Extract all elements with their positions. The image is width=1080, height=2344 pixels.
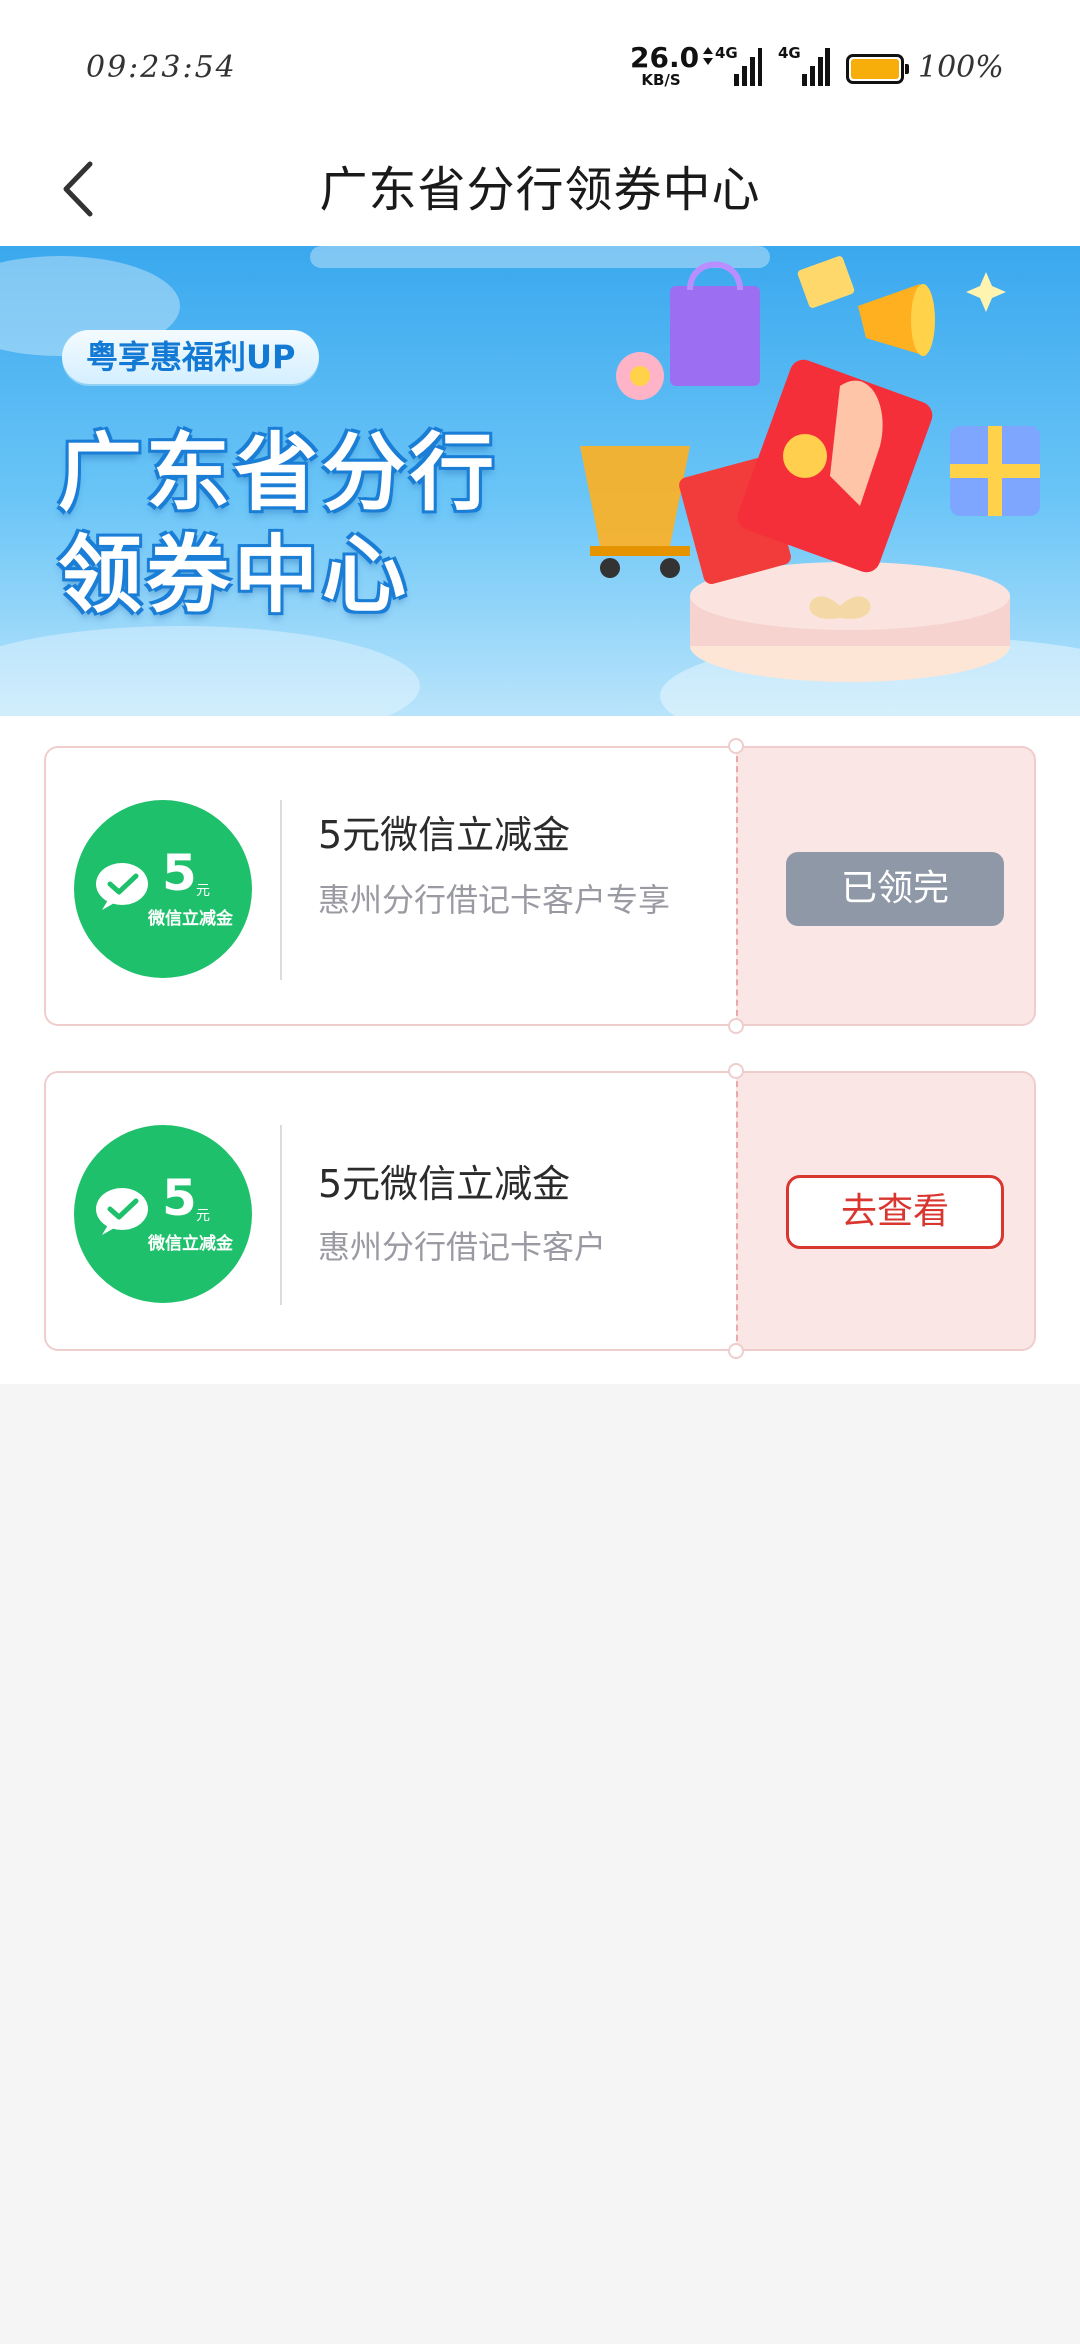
coupon-badge: 5 元 微信立减金 (74, 1125, 252, 1303)
coupon-title: 5元微信立减金 (318, 1162, 571, 1206)
signal2-label: 4G (778, 44, 801, 62)
gift-illustration (580, 256, 1040, 682)
coupon-amount: 5 (162, 1169, 197, 1227)
status-time: 09:23:54 (86, 50, 237, 85)
coupon-divider (280, 1125, 282, 1305)
network-speed: 26.0 KB/S (630, 41, 700, 89)
wechat-icon (96, 863, 148, 910)
network-speed-unit: KB/S (641, 71, 681, 89)
coupon-description: 惠州分行借记卡客户专享 (318, 881, 671, 919)
banner-badge: 粤享惠福利UP (62, 330, 320, 384)
coupon-badge-label: 微信立减金 (148, 909, 233, 929)
coupon-list: 5 元 微信立减金 5元微信立减金 惠州分行借记卡客户专享 已领完 5 元 微信… (0, 716, 1080, 1384)
coupon-action-area: 已领完 (736, 746, 1036, 1026)
coupon-unit: 元 (196, 883, 210, 899)
battery-icon (846, 54, 909, 84)
nav-bar: 广东省分行领券中心 (0, 130, 1080, 246)
network-speed-value: 26.0 (630, 41, 700, 74)
coupon-action-area: 去查看 (736, 1071, 1036, 1351)
coupon-unit: 元 (196, 1208, 210, 1224)
coupon-amount: 5 (162, 844, 197, 902)
promo-banner[interactable]: 粤享惠福利UP 广东省分行 领券中心 (0, 246, 1080, 716)
coupon-badge: 5 元 微信立减金 (74, 800, 252, 978)
ticket-notch (728, 1063, 744, 1079)
coupon-info: 5 元 微信立减金 5元微信立减金 惠州分行借记卡客户专享 (44, 746, 736, 1026)
ticket-notch (728, 738, 744, 754)
banner-headline-2: 领券中心 (58, 526, 411, 624)
claimed-button[interactable]: 已领完 (786, 852, 1004, 926)
signal1-label: 4G (715, 44, 738, 62)
coupon-info: 5 元 微信立减金 5元微信立减金 惠州分行借记卡客户 (44, 1071, 736, 1351)
ticket-notch (728, 1018, 744, 1034)
coupon-title: 5元微信立减金 (318, 813, 571, 857)
coupon-description: 惠州分行借记卡客户 (318, 1228, 607, 1266)
signal-strength-icon-2: 4G (778, 44, 830, 94)
coupon-card: 5 元 微信立减金 5元微信立减金 惠州分行借记卡客户 去查看 (44, 1063, 1036, 1359)
signal-strength-icon: 4G (700, 44, 762, 94)
battery-percent: 100% (918, 50, 1004, 85)
coupon-card: 5 元 微信立减金 5元微信立减金 惠州分行借记卡客户专享 已领完 (44, 738, 1036, 1034)
coupon-badge-label: 微信立减金 (148, 1234, 233, 1254)
view-coupon-button[interactable]: 去查看 (786, 1175, 1004, 1249)
page-title: 广东省分行领券中心 (319, 162, 761, 218)
coupon-divider (280, 800, 282, 980)
wechat-icon (96, 1188, 148, 1235)
ticket-notch (728, 1343, 744, 1359)
status-bar: 09:23:54 26.0 KB/S 4G 4G 100% (0, 0, 1080, 130)
